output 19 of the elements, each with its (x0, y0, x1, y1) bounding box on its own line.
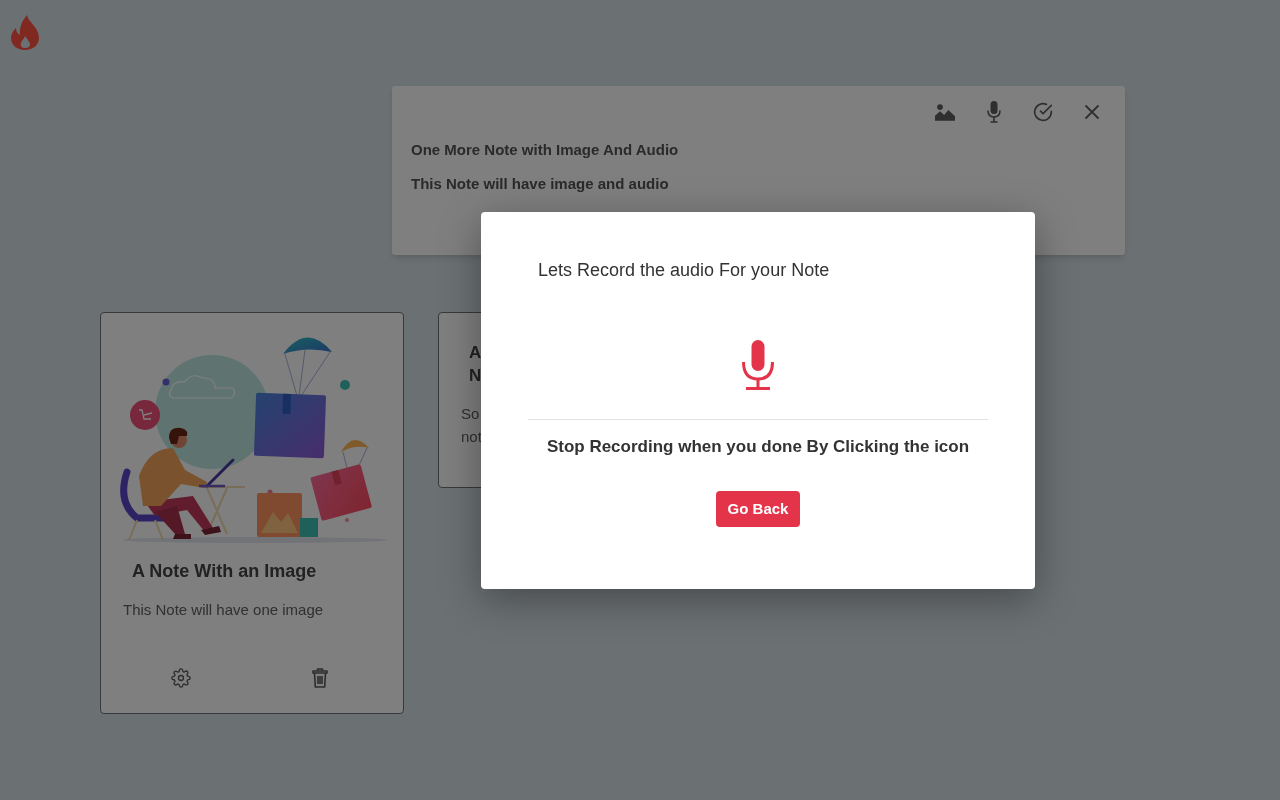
instruction-text: Stop Recording when you done By Clicking the icon (546, 436, 970, 458)
check-circle-icon[interactable] (1033, 102, 1053, 122)
note-text: So (460, 404, 480, 424)
note-text: not (460, 427, 482, 447)
note-title-field[interactable]: One More Note with Image And Audio (411, 140, 679, 160)
trash-icon[interactable] (312, 668, 328, 688)
microphone-icon[interactable] (742, 340, 774, 390)
image-icon[interactable] (935, 103, 955, 121)
note-title: A (468, 342, 482, 364)
go-back-button[interactable]: Go Back (716, 491, 800, 527)
note-title: A Note With an Image (131, 560, 317, 583)
note-text: This Note will have one image (122, 600, 324, 620)
note-body-field[interactable]: This Note will have image and audio (411, 174, 669, 194)
close-icon[interactable] (1085, 105, 1099, 119)
microphone-icon[interactable] (987, 101, 1001, 123)
settings-icon[interactable] (171, 668, 191, 688)
note-title: N (468, 365, 482, 387)
dialog-title: Lets Record the audio For your Note (537, 259, 830, 282)
flame-logo-icon[interactable] (10, 15, 40, 50)
